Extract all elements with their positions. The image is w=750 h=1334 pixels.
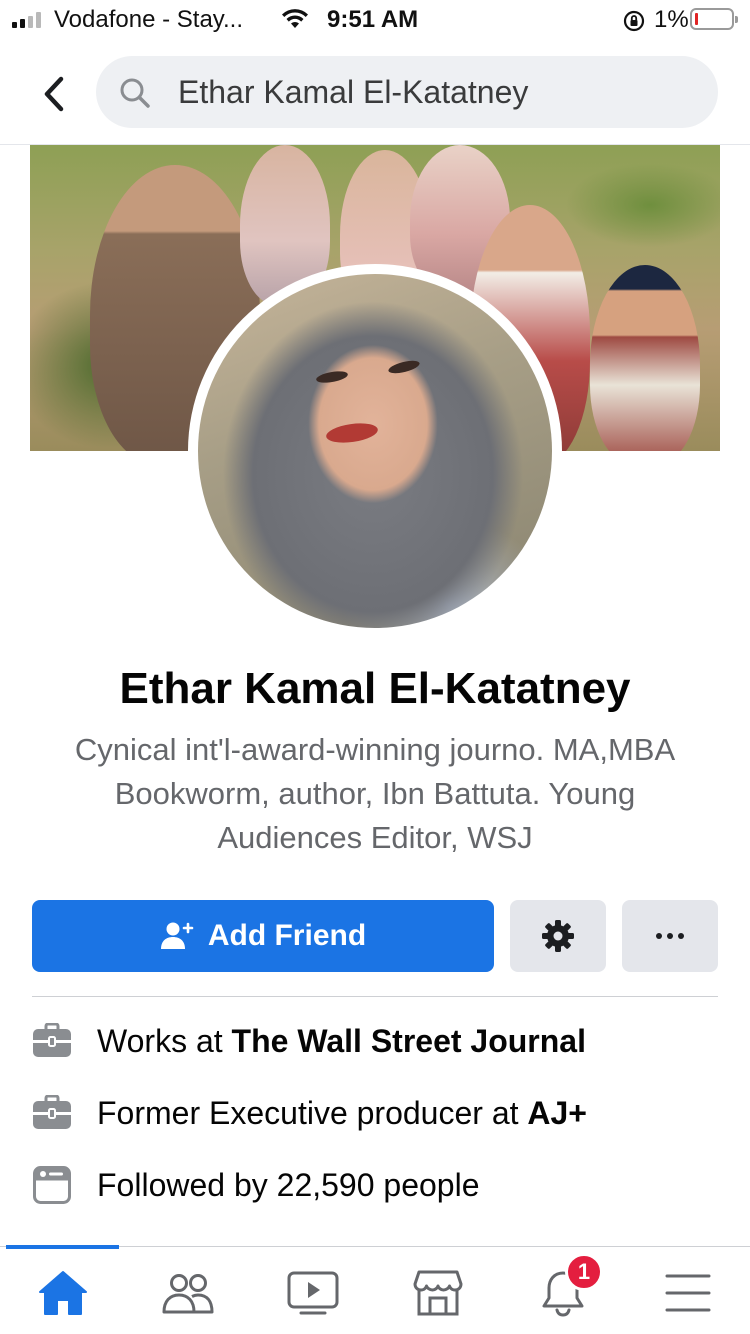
tab-friends[interactable] — [125, 1261, 250, 1325]
chevron-left-icon — [44, 76, 64, 112]
bio-line: Bookworm, author, Ibn Battuta. Young — [114, 776, 636, 811]
bio-line: Audiences Editor, WSJ — [217, 820, 533, 855]
briefcase-icon — [32, 1021, 72, 1061]
tab-notifications[interactable] — [500, 1261, 625, 1325]
wifi-icon — [282, 9, 308, 28]
marketplace-icon — [413, 1270, 462, 1316]
home-icon — [38, 1271, 87, 1315]
hamburger-menu-icon — [665, 1274, 710, 1312]
notification-badge: 1 — [565, 1253, 603, 1291]
battery-percent: 1% — [654, 6, 689, 33]
add-person-icon — [160, 922, 194, 949]
active-tab-indicator — [6, 1245, 119, 1249]
more-options-button[interactable] — [622, 900, 718, 972]
employer-link[interactable]: The Wall Street Journal — [232, 1023, 586, 1059]
info-row-followers[interactable]: Followed by 22,590 people — [32, 1160, 718, 1210]
bio-line: Cynical int'l-award-winning journo. MA,M… — [74, 732, 676, 767]
friends-icon — [162, 1274, 213, 1314]
search-input[interactable]: Ethar Kamal El-Katatney — [96, 56, 718, 128]
back-button[interactable] — [30, 70, 78, 118]
search-icon — [120, 78, 150, 108]
more-horizontal-icon — [656, 933, 684, 939]
tab-home[interactable] — [0, 1261, 125, 1325]
search-query: Ethar Kamal El-Katatney — [178, 74, 529, 110]
info-text: Followed by 22,590 people — [97, 1166, 480, 1203]
gear-icon — [542, 920, 574, 952]
carrier-name: Vodafone - Stay... — [54, 6, 244, 33]
cellular-signal-icon — [12, 12, 41, 28]
info-row-work[interactable]: Works at The Wall Street Journal — [32, 1016, 718, 1066]
profile-name: Ethar Kamal El-Katatney — [119, 664, 631, 713]
tab-watch[interactable] — [250, 1261, 375, 1325]
info-text: Works at The Wall Street Journal — [97, 1022, 586, 1059]
info-text: Former Executive producer at AJ+ — [97, 1094, 587, 1131]
video-icon — [287, 1271, 338, 1315]
tab-menu[interactable] — [625, 1261, 750, 1325]
profile-bio: Cynical int'l-award-winning journo. MA,M… — [30, 728, 720, 860]
followers-card-icon — [32, 1165, 72, 1205]
briefcase-icon — [32, 1093, 72, 1133]
clock: 9:51 AM — [327, 6, 419, 33]
tab-marketplace[interactable] — [375, 1261, 500, 1325]
profile-settings-button[interactable] — [510, 900, 606, 972]
profile-picture[interactable] — [198, 274, 552, 628]
section-divider — [32, 996, 718, 997]
add-friend-button[interactable]: Add Friend — [32, 900, 494, 972]
status-bar: Vodafone - Stay... 9:51 AM 1% — [0, 0, 750, 40]
info-row-former-work[interactable]: Former Executive producer at AJ+ — [32, 1088, 718, 1138]
former-employer-link[interactable]: AJ+ — [527, 1095, 587, 1131]
bottom-tab-bar — [0, 1245, 750, 1334]
rotation-lock-icon — [623, 10, 645, 32]
battery-icon — [690, 8, 738, 30]
add-friend-label: Add Friend — [207, 919, 367, 952]
